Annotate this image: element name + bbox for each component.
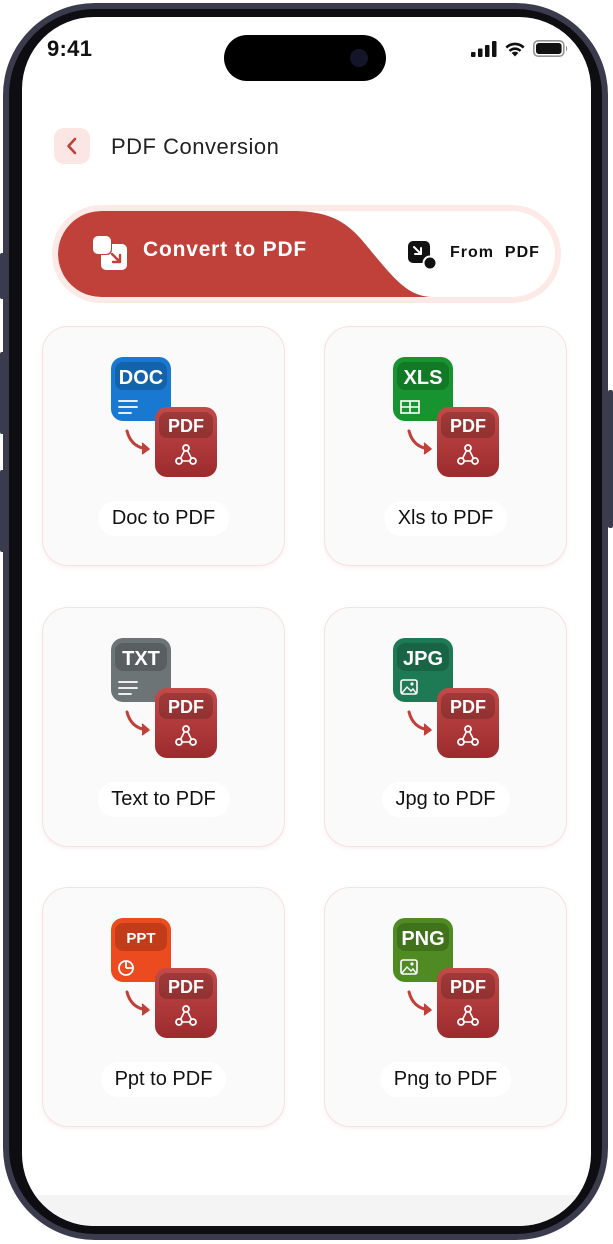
- tab-convert-to-pdf[interactable]: Convert to PDF: [58, 211, 388, 297]
- bottom-safe-area: [22, 1195, 591, 1226]
- status-bar: 9:41: [22, 17, 591, 83]
- xls-to-pdf-icon: XLS PDF: [393, 357, 499, 477]
- dynamic-island: [224, 35, 386, 81]
- source-format-text: TXT: [122, 648, 160, 670]
- source-format-text: DOC: [119, 367, 163, 389]
- battery-icon: [533, 40, 568, 57]
- front-camera: [350, 49, 368, 67]
- conversion-card-label: Jpg to PDF: [381, 782, 510, 817]
- txt-to-pdf-icon: TXT PDF: [111, 638, 217, 758]
- status-time: 9:41: [47, 36, 93, 61]
- pdf-format-text: PDF: [450, 416, 486, 436]
- conversion-card-doc[interactable]: DOC PDF Doc to PDF: [42, 326, 285, 566]
- volume-down-button: [0, 470, 5, 552]
- status-icons: [471, 40, 569, 57]
- pdf-format-text: PDF: [168, 416, 204, 436]
- wifi-icon: [505, 42, 525, 56]
- conversion-card-label: Png to PDF: [379, 1062, 512, 1097]
- conversion-card-label: Xls to PDF: [383, 501, 508, 536]
- conversion-mode-toggle: Convert to PDF From PDF: [52, 205, 561, 303]
- conversion-card-ppt[interactable]: PPT PDF Ppt to PDF: [42, 887, 285, 1127]
- volume-up-button: [0, 352, 5, 434]
- source-format-text: JPG: [403, 648, 443, 670]
- cellular-signal-icon: [471, 40, 497, 57]
- conversion-card-png[interactable]: PNG PDF Png to PDF: [324, 887, 567, 1127]
- conversion-card-jpg[interactable]: JPG PDF Jpg to PDF: [324, 607, 567, 847]
- tab-from-pdf[interactable]: From PDF: [388, 211, 555, 297]
- pdf-format-text: PDF: [450, 697, 486, 717]
- chevron-left-icon: [67, 137, 77, 155]
- back-button[interactable]: [54, 128, 90, 164]
- toggle-track: Convert to PDF From PDF: [58, 211, 555, 297]
- action-button: [0, 253, 5, 299]
- png-to-pdf-icon: PNG PDF: [393, 918, 499, 1038]
- convert-to-pdf-icon: [93, 236, 127, 270]
- page-title: PDF Conversion: [111, 134, 280, 159]
- pdf-format-text: PDF: [168, 977, 204, 997]
- screen: 9:41 PDF Conversion Convert to PDF From …: [22, 17, 591, 1226]
- from-pdf-icon: [408, 241, 437, 270]
- ppt-to-pdf-icon: PPT PDF: [111, 918, 217, 1038]
- conversion-card-label: Ppt to PDF: [100, 1062, 227, 1097]
- source-format-text: PPT: [126, 930, 155, 947]
- conversion-card-label: Text to PDF: [97, 782, 230, 817]
- power-button: [608, 390, 613, 528]
- tab-convert-to-pdf-label: Convert to PDF: [143, 238, 308, 261]
- source-format-text: XLS: [404, 367, 443, 389]
- doc-to-pdf-icon: DOC PDF: [111, 357, 217, 477]
- source-format-text: PNG: [401, 928, 444, 950]
- pdf-format-text: PDF: [168, 697, 204, 717]
- app-header: PDF Conversion: [22, 125, 591, 181]
- conversion-card-txt[interactable]: TXT PDF Text to PDF: [42, 607, 285, 847]
- conversion-card-label: Doc to PDF: [97, 501, 230, 536]
- conversion-card-xls[interactable]: XLS PDF Xls to PDF: [324, 326, 567, 566]
- tab-from-pdf-label: From PDF: [450, 244, 540, 261]
- pdf-format-text: PDF: [450, 977, 486, 997]
- jpg-to-pdf-icon: JPG PDF: [393, 638, 499, 758]
